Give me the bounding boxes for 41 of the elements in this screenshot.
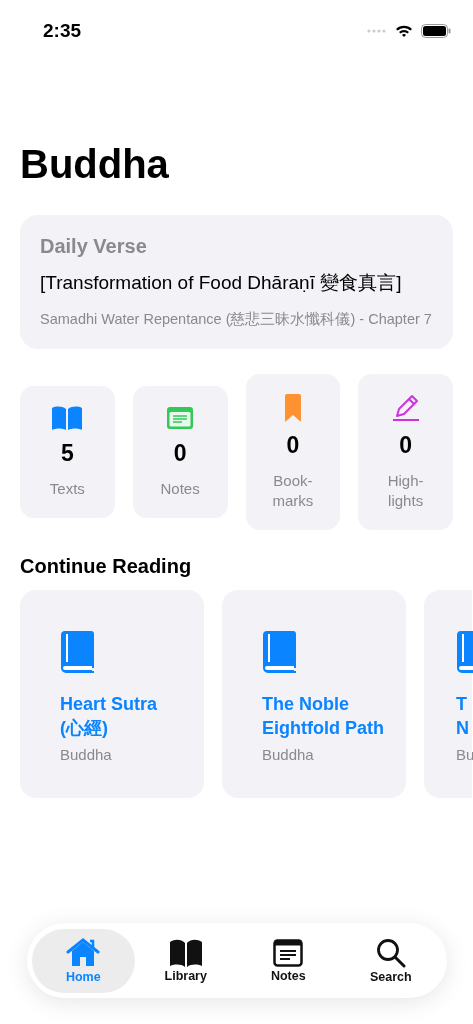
book-title: The Noble Eightfold Path: [262, 693, 385, 740]
search-icon[interactable]: [375, 937, 406, 968]
open-book-icon: [51, 406, 84, 430]
verse-source: Samadhi Water Repentance (慈悲三昧水懺科儀) - Chapter 7: [40, 310, 433, 329]
page-title: Buddha: [20, 141, 170, 187]
book-author: Buddha: [262, 746, 315, 763]
bookmark-icon: [283, 394, 302, 422]
open-book-icon[interactable]: [168, 938, 203, 967]
daily-verse-card[interactable]: Daily Verse [Transformation of Food Dhāraṇī 變食真言] Samadhi Water Repentance (慈悲三昧水懺科儀) - Chapter 7: [20, 215, 453, 349]
note-icon[interactable]: [273, 938, 304, 967]
wifi-icon: [395, 24, 413, 38]
book-title: T N: [456, 693, 470, 740]
stat-label: High-lights: [386, 471, 425, 511]
section-heading: Continue Reading: [20, 555, 193, 578]
tab-item[interactable]: Search: [339, 928, 442, 993]
stat-label: Texts: [48, 479, 86, 499]
stat-count: 0: [173, 440, 187, 467]
tab-item[interactable]: Library: [134, 928, 237, 993]
stat-count: 0: [399, 432, 412, 459]
book-icon: [60, 630, 96, 674]
book-icon: [262, 630, 298, 674]
signal-icon: [367, 29, 387, 33]
card-heading: Daily Verse: [40, 235, 148, 258]
stat-count: 5: [60, 440, 74, 467]
stat-count: 0: [286, 432, 300, 459]
book-title: Heart Sutra (心經): [60, 693, 159, 740]
note-icon: [166, 406, 195, 430]
book-author: Bu: [456, 746, 472, 763]
stat-card[interactable]: 0 High-lights: [358, 374, 453, 530]
home-icon[interactable]: [66, 937, 101, 968]
stat-card[interactable]: 0 Book-marks: [245, 374, 341, 530]
status-time: 2:35: [43, 20, 82, 42]
stat-card[interactable]: 0 Notes: [132, 386, 228, 518]
stat-card[interactable]: 5 Texts: [20, 386, 115, 518]
battery-icon: [421, 24, 451, 38]
stat-label: Notes: [159, 479, 201, 499]
stat-label: Book-marks: [271, 471, 315, 511]
verse-text: [Transformation of Food Dhāraṇī 變食真言]: [40, 271, 403, 295]
tab-item[interactable]: Notes: [237, 928, 340, 993]
pencil-icon: [391, 394, 420, 422]
book-author: Buddha: [60, 746, 113, 763]
